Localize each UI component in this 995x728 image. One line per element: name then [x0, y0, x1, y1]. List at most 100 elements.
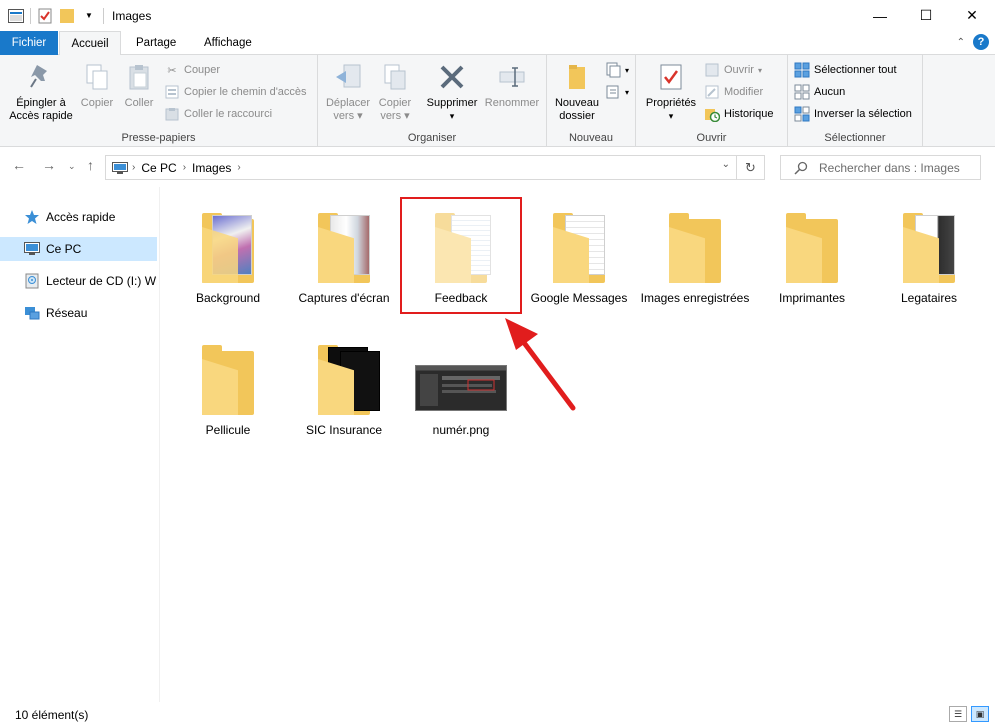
nav-item-network[interactable]: Réseau: [0, 301, 157, 325]
window-icon[interactable]: [8, 8, 24, 24]
quick-access-toolbar: ▼: [0, 0, 104, 31]
item-label: Google Messages: [530, 291, 628, 305]
copy-path-label: Copier le chemin d'accès: [184, 86, 307, 98]
window-controls: — ☐ ✕: [857, 0, 995, 31]
recent-locations-chevron-icon[interactable]: ⌄: [68, 161, 76, 172]
nav-item-cd-drive[interactable]: Lecteur de CD (I:) WD: [0, 269, 157, 293]
edit-icon: [704, 84, 720, 100]
nav-item-label: Réseau: [46, 306, 88, 320]
search-placeholder: Rechercher dans : Images: [819, 160, 960, 175]
folder-pellicule[interactable]: Pellicule: [173, 337, 283, 437]
close-button[interactable]: ✕: [949, 0, 995, 31]
new-folder-button[interactable]: Nouveau dossier: [551, 61, 603, 123]
pin-quick-access-button[interactable]: Épingler à Accès rapide: [6, 61, 76, 123]
history-label: Historique: [724, 108, 774, 120]
copy-to-label-2: vers ▾: [380, 110, 410, 122]
ribbon: Épingler à Accès rapide Copier Coller ✂ …: [0, 55, 995, 147]
folder-background[interactable]: Background: [173, 205, 283, 305]
copy-to-button[interactable]: Copier vers ▾: [370, 61, 420, 123]
annotation-highlight-box: [400, 197, 522, 314]
folder-google-messages[interactable]: Google Messages: [524, 205, 634, 305]
organize-group: Déplacer vers ▾ Copier vers ▾ Supprimer …: [318, 55, 547, 147]
details-view-icon[interactable]: ☰: [949, 706, 967, 722]
item-label: Legataires: [900, 291, 958, 305]
folder-images-enregistrees[interactable]: Images enregistrées: [640, 205, 750, 305]
pc-icon: [112, 161, 128, 174]
cut-label: Couper: [184, 64, 221, 76]
item-label: SIC Insurance: [305, 423, 383, 437]
breadcrumb-ce-pc[interactable]: Ce PC: [135, 161, 182, 175]
select-all-icon: [794, 62, 810, 78]
properties-check-icon[interactable]: [37, 8, 53, 24]
rename-button[interactable]: Renommer: [482, 61, 542, 110]
clipboard-group: Épingler à Accès rapide Copier Coller ✂ …: [0, 55, 318, 147]
paste-shortcut-button[interactable]: Coller le raccourci: [164, 105, 272, 123]
address-dropdown-icon[interactable]: ⌄: [722, 159, 730, 170]
breadcrumb-chevron-icon-3[interactable]: ›: [237, 162, 240, 173]
new-folder-qat-icon[interactable]: [59, 8, 75, 24]
move-to-label-1: Déplacer: [325, 97, 371, 109]
folder-icon: [308, 205, 380, 285]
rename-icon: [496, 61, 528, 93]
folder-icon: [776, 205, 848, 285]
up-arrow-icon[interactable]: ↑: [87, 157, 94, 173]
edit-button[interactable]: Modifier: [704, 83, 763, 101]
paste-label: Coller: [124, 97, 154, 109]
folder-sic-insurance[interactable]: SIC Insurance: [289, 337, 399, 437]
select-group: Sélectionner tout Aucun Inverser la séle…: [788, 55, 923, 147]
easy-access-button[interactable]: ▾: [605, 83, 629, 101]
open-button[interactable]: Ouvrir ▾: [704, 61, 762, 79]
item-label: Background: [195, 291, 261, 305]
collapse-ribbon-icon[interactable]: ⌃: [957, 37, 965, 48]
item-label: Pellicule: [205, 423, 251, 437]
select-all-button[interactable]: Sélectionner tout: [794, 61, 897, 79]
item-label: Images enregistrées: [640, 291, 750, 305]
folder-legataires[interactable]: Legataires: [874, 205, 984, 305]
select-all-label: Sélectionner tout: [814, 64, 897, 76]
breadcrumb-images[interactable]: Images: [186, 161, 237, 175]
properties-icon: [655, 61, 687, 93]
invert-selection-button[interactable]: Inverser la sélection: [794, 105, 912, 123]
help-icon[interactable]: ?: [973, 34, 989, 50]
qat-divider: [30, 7, 31, 24]
tab-view[interactable]: Affichage: [192, 31, 264, 55]
nav-item-this-pc[interactable]: Ce PC: [0, 237, 157, 261]
search-input[interactable]: Rechercher dans : Images: [780, 155, 981, 180]
refresh-icon[interactable]: ↻: [736, 156, 764, 179]
status-bar: 10 élément(s) ☰ ▣: [0, 702, 995, 728]
nav-item-quick-access[interactable]: Accès rapide: [0, 205, 157, 229]
tab-share[interactable]: Partage: [124, 31, 188, 55]
delete-button[interactable]: Supprimer ▾: [422, 61, 482, 123]
tab-home[interactable]: Accueil: [59, 31, 121, 56]
back-arrow-icon[interactable]: ←: [12, 157, 26, 173]
select-none-label: Aucun: [814, 86, 846, 98]
forward-arrow-icon[interactable]: →: [42, 157, 56, 173]
item-label: numér.png: [432, 423, 490, 437]
navigation-pane: Accès rapide Ce PC Lecteur de CD (I:) WD…: [0, 187, 160, 702]
copy-path-button[interactable]: Copier le chemin d'accès: [164, 83, 307, 101]
minimize-button[interactable]: —: [857, 0, 903, 31]
folder-captures-ecran[interactable]: Captures d'écran: [289, 205, 399, 305]
address-bar[interactable]: › Ce PC › Images › ⌄ ↻: [105, 155, 765, 180]
tab-file[interactable]: Fichier: [0, 31, 58, 55]
properties-dropdown-icon[interactable]: ▾: [640, 110, 702, 123]
properties-button[interactable]: Propriétés ▾: [640, 61, 702, 123]
folder-imprimantes[interactable]: Imprimantes: [757, 205, 867, 305]
maximize-button[interactable]: ☐: [903, 0, 949, 31]
large-icons-view-icon[interactable]: ▣: [971, 706, 989, 722]
properties-label: Propriétés: [645, 97, 697, 109]
qat-dropdown-icon[interactable]: ▼: [81, 8, 97, 24]
paste-shortcut-label: Coller le raccourci: [184, 108, 273, 120]
copy-button[interactable]: Copier: [76, 61, 118, 110]
history-button[interactable]: Historique: [704, 105, 774, 123]
file-numer-png[interactable]: numér.png: [406, 337, 516, 437]
cut-button[interactable]: ✂ Couper: [164, 61, 220, 79]
new-item-button[interactable]: ▾: [605, 61, 629, 79]
move-to-button[interactable]: Déplacer vers ▾: [322, 61, 374, 123]
paste-button[interactable]: Coller: [118, 61, 160, 110]
delete-dropdown-icon[interactable]: ▾: [422, 110, 482, 123]
edit-label: Modifier: [724, 86, 764, 98]
view-toggle: ☰ ▣: [949, 706, 989, 722]
item-label: Captures d'écran: [298, 291, 390, 305]
select-none-button[interactable]: Aucun: [794, 83, 845, 101]
